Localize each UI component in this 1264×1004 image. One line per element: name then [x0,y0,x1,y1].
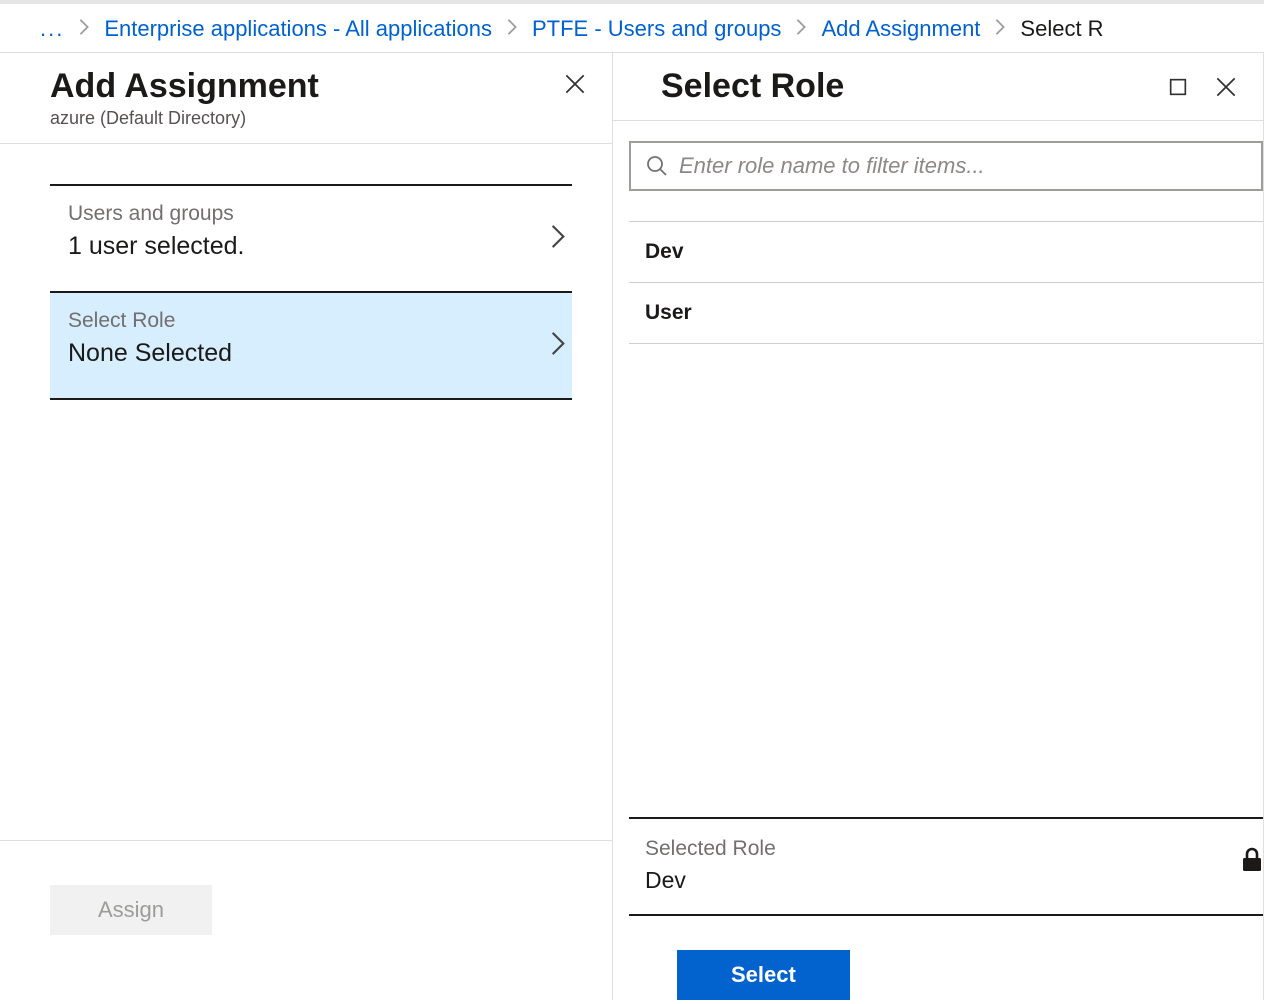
square-icon [1167,76,1189,98]
role-filter-input[interactable] [679,153,1247,179]
chevron-right-icon [550,222,566,255]
close-icon [1213,74,1239,100]
add-assignment-panel: Add Assignment azure (Default Directory)… [0,53,613,1000]
breadcrumb-current: Select R [1020,16,1103,42]
breadcrumb: ... Enterprise applications - All applic… [0,0,1264,52]
selected-role-block: Selected Role Dev [629,817,1263,916]
select-role-panel: Select Role Dev User Selec [613,53,1264,1000]
chevron-right-icon [506,18,518,41]
maximize-button[interactable] [1161,70,1195,104]
role-filter[interactable] [629,141,1263,191]
chevron-right-icon [994,18,1006,41]
role-item-dev[interactable]: Dev [629,222,1263,283]
breadcrumb-more[interactable]: ... [40,16,64,42]
lock-icon [1241,847,1263,878]
panel-subtitle: azure (Default Directory) [50,108,319,129]
close-button[interactable] [1209,70,1243,104]
step-value: None Selected [68,339,572,368]
close-button[interactable] [558,67,592,101]
selected-role-label: Selected Role [645,837,1247,861]
panel-title-add-assignment: Add Assignment [50,67,319,106]
step-users-and-groups[interactable]: Users and groups 1 user selected. [50,184,572,291]
chevron-right-icon [795,18,807,41]
breadcrumb-link-enterprise-applications[interactable]: Enterprise applications - All applicatio… [104,16,492,42]
step-label: Select Role [68,309,572,333]
search-icon [645,154,669,178]
chevron-right-icon [550,329,566,362]
close-icon [562,71,588,97]
breadcrumb-link-add-assignment[interactable]: Add Assignment [821,16,980,42]
step-value: 1 user selected. [68,232,572,261]
breadcrumb-link-ptfe-users-groups[interactable]: PTFE - Users and groups [532,16,781,42]
step-select-role[interactable]: Select Role None Selected [50,291,572,400]
panel-title-select-role: Select Role [661,67,844,106]
step-label: Users and groups [68,202,572,226]
role-item-user[interactable]: User [629,283,1263,344]
assign-button[interactable]: Assign [50,885,212,935]
chevron-right-icon [78,18,90,41]
select-button[interactable]: Select [677,950,850,1000]
role-list: Dev User [629,221,1263,817]
selected-role-value: Dev [645,867,1247,894]
